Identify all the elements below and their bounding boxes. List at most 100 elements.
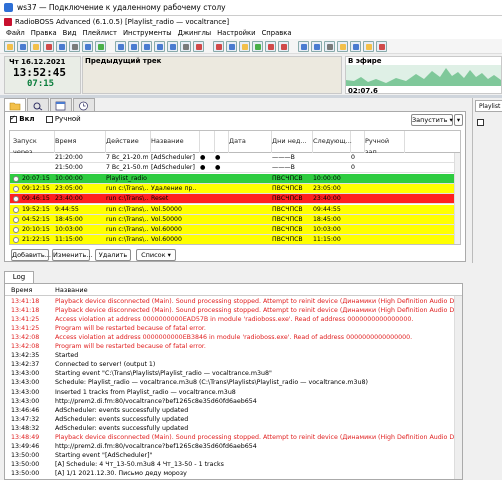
table-cell: ● <box>200 154 206 161</box>
toolbar-button-3[interactable] <box>43 41 54 52</box>
table-cell <box>229 153 269 163</box>
log-row: 13:49:46 http://prem2.di.fm:80/vocaltranc… <box>5 442 462 451</box>
toolbar-button-20[interactable] <box>278 41 289 52</box>
toolbar-button-27[interactable] <box>376 41 387 52</box>
column-header[interactable]: Ручной зап... <box>365 131 405 156</box>
table-row[interactable]: 04:52:15 18:45:00 run c:\Trans\... Vol.5000… <box>10 214 460 225</box>
toolbar-button-0[interactable] <box>4 41 15 52</box>
toolbar-button-22[interactable] <box>311 41 322 52</box>
table-cell: 20:10:15 <box>22 226 50 234</box>
menu-item-5[interactable]: Джинглы <box>175 28 215 39</box>
tab-search[interactable] <box>27 98 49 111</box>
table-row[interactable]: 20:07:15 10:00:00 Playlist_radio ... ПВСЧПС… <box>10 173 460 184</box>
column-header[interactable] <box>215 131 229 153</box>
toolbar-icon <box>169 43 176 50</box>
tab-calendar[interactable] <box>50 98 72 111</box>
edit-button[interactable]: Изменить... <box>52 249 93 261</box>
table-row[interactable]: 19:52:15 9:44:55 run c:\Trans\... Vol.50000… <box>10 204 460 215</box>
column-header[interactable]: Время <box>55 131 106 153</box>
tab-scheduler[interactable] <box>4 98 26 112</box>
toolbar-button-10[interactable] <box>141 41 152 52</box>
column-header[interactable]: Действие <box>106 131 151 153</box>
menu-item-3[interactable]: Плейлист <box>79 28 120 39</box>
table-row[interactable]: 20:10:15 10:03:00 run c:\Trans\... Vol.6000… <box>10 225 460 236</box>
playlist-checkbox[interactable] <box>477 118 484 126</box>
tab-playlist-1[interactable]: Playlist 1 <box>475 100 502 112</box>
toolbar-button-17[interactable] <box>239 41 250 52</box>
run-button[interactable]: Запустить ▾ <box>411 114 453 126</box>
log-row: 13:42:35 Started <box>5 351 462 360</box>
toolbar-button-18[interactable] <box>252 41 263 52</box>
toolbar-button-4[interactable] <box>56 41 67 52</box>
toolbar-icon <box>84 43 91 50</box>
log-row: 13:41:18 Playback device disconnected (Ma… <box>5 306 462 315</box>
rdp-icon <box>4 3 13 12</box>
toolbar-button-12[interactable] <box>167 41 178 52</box>
toolbar-icon <box>215 43 222 50</box>
column-header[interactable]: Название <box>151 131 200 153</box>
toolbar-button-7[interactable] <box>95 41 106 52</box>
log-message: Starting event "C:\Trans\Playlists\Playl… <box>55 370 272 378</box>
delete-button[interactable]: Удалить <box>95 249 131 261</box>
toolbar-button-6[interactable] <box>82 41 93 52</box>
toolbar-button-8[interactable] <box>115 41 126 52</box>
column-header[interactable]: Запуск через <box>13 131 55 156</box>
toolbar-button-26[interactable] <box>363 41 374 52</box>
toolbar-icon <box>143 43 150 50</box>
toolbar-button-15[interactable] <box>213 41 224 52</box>
log-row: 13:48:49 Playback device disconnected (Ma… <box>5 433 462 442</box>
log-message: [A] Schedule: 4 Чт_13-50.m3u8 4 Чт_13-50… <box>55 460 224 468</box>
column-header[interactable]: Следующ... <box>313 131 352 153</box>
menu-item-2[interactable]: Вид <box>60 28 80 39</box>
menu-item-6[interactable]: Настройки <box>214 28 258 39</box>
log-scrollbar[interactable] <box>454 296 462 479</box>
add-button[interactable]: Добавить... <box>11 249 51 261</box>
toolbar-button-13[interactable] <box>180 41 191 52</box>
toolbar-button-25[interactable] <box>350 41 361 52</box>
enabled-checkbox[interactable] <box>10 114 17 123</box>
list-button[interactable]: Список ▾ <box>136 249 176 261</box>
toolbar-button-16[interactable] <box>226 41 237 52</box>
column-header[interactable]: Дни нед... <box>272 131 313 153</box>
toolbar <box>0 39 502 54</box>
schedule-scrollbar[interactable] <box>454 153 460 244</box>
table-cell: 21:20:00 <box>55 154 83 161</box>
table-cell: run c:\Trans\... <box>106 195 148 203</box>
toolbar-button-24[interactable] <box>337 41 348 52</box>
toolbar-button-5[interactable] <box>69 41 80 52</box>
table-row[interactable]: 21:22:15 11:15:00 run c:\Trans\... Vol.6000… <box>10 235 460 244</box>
table-cell: 18:45:00 <box>55 215 83 223</box>
tab-log[interactable]: Log <box>4 271 34 283</box>
manual-checkbox[interactable] <box>45 115 53 123</box>
menu-item-1[interactable]: Правка <box>28 28 60 39</box>
toolbar-button-11[interactable] <box>154 41 165 52</box>
column-header[interactable]: Дата <box>229 131 272 153</box>
table-row[interactable]: 09:46:15 23:40:00 run c:\Trans\... Reset ПВС… <box>10 194 460 205</box>
menu-item-0[interactable]: Файл <box>3 28 28 39</box>
table-cell <box>215 205 226 215</box>
toolbar-button-9[interactable] <box>128 41 139 52</box>
table-cell: Vol.60000 <box>151 226 182 234</box>
toolbar-icon <box>117 43 124 50</box>
toolbar-icon <box>326 43 333 50</box>
table-cell: 23:40:00 <box>313 195 341 203</box>
toolbar-button-19[interactable] <box>265 41 276 52</box>
toolbar-button-14[interactable] <box>193 41 204 52</box>
log-row: 13:42:08 Access violation at address 0000… <box>5 333 462 342</box>
menu-item-4[interactable]: Инструменты <box>120 28 175 39</box>
toolbar-button-21[interactable] <box>298 41 309 52</box>
log-message: Access violation at address 0000000000EB… <box>55 334 413 342</box>
menu-item-7[interactable]: Справка <box>259 28 295 39</box>
column-header[interactable] <box>351 131 365 153</box>
table-row[interactable]: 09:12:15 23:05:00 run c:\Trans\... Удаление… <box>10 183 460 194</box>
scheduler-menu-button[interactable]: ▾ <box>454 114 463 126</box>
table-row[interactable]: 21:20:00 7 Bc_21-20.m...[AdScheduler] ● ● ——… <box>10 153 460 163</box>
tab-history[interactable] <box>73 98 95 111</box>
toolbar-button-23[interactable] <box>324 41 335 52</box>
toolbar-button-1[interactable] <box>17 41 28 52</box>
column-header[interactable] <box>200 131 215 153</box>
log-time: 13:43:00 <box>11 388 40 396</box>
toolbar-button-2[interactable] <box>30 41 41 52</box>
table-cell: 7 Bc_21-20.m... <box>106 154 148 161</box>
table-row[interactable]: 21:50:00 7 Bc_21-50.m...[AdScheduler] ● ● ——… <box>10 163 460 174</box>
